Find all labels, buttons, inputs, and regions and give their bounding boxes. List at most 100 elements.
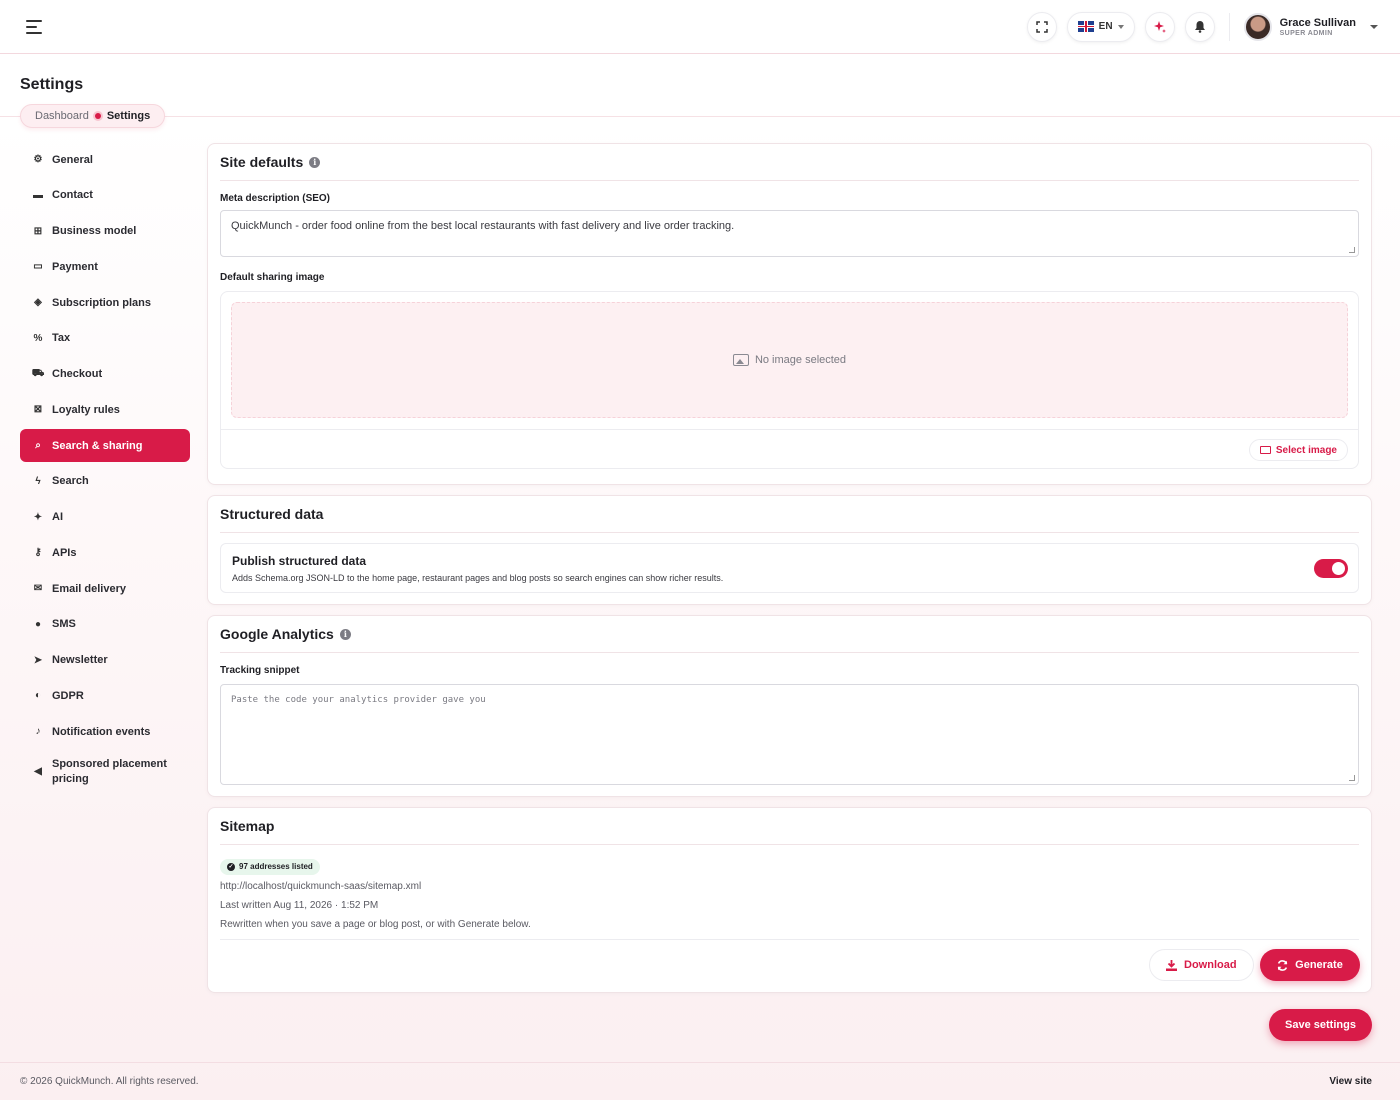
download-sitemap-button[interactable]: Download xyxy=(1149,949,1254,981)
sidebar-item-loyalty-rules[interactable]: ⊠ Loyalty rules xyxy=(20,393,190,426)
menu-toggle-icon[interactable] xyxy=(26,19,44,34)
no-image-text: No image selected xyxy=(754,354,847,366)
structured-data-title: Structured data xyxy=(220,506,324,522)
google-analytics-title: Google Analytics xyxy=(220,626,334,642)
sidebar-item-general[interactable]: ⚙ General xyxy=(20,143,190,176)
sitemap-url: http://localhost/quickmunch-saas/sitemap… xyxy=(220,880,422,892)
sidebar-item-label: GDPR xyxy=(52,689,84,702)
image-icon xyxy=(732,354,749,366)
sharing-image-panel: No image selected Select image xyxy=(220,291,1359,469)
sitemap-last-written: Last written Aug 11, 2026 · 1:52 PM xyxy=(220,899,379,911)
sidebar-item-apis[interactable]: ⚷ APIs xyxy=(20,536,190,569)
sidebar-item-notification-events[interactable]: ♪ Notification events xyxy=(20,715,190,748)
top-actions: EN Grace Sullivan SUPER ADMIN xyxy=(1026,11,1378,42)
info-icon[interactable]: i xyxy=(339,628,351,640)
chevron-down-icon xyxy=(1117,24,1124,29)
user-name: Grace Sullivan xyxy=(1279,16,1356,29)
percent-icon: % xyxy=(33,332,43,344)
sidebar-item-search[interactable]: ϟ Search xyxy=(20,465,190,498)
settings-sidebar: ⚙ General ▬ Contact ⊞ Business model ▭ Payment ◈… xyxy=(20,143,190,796)
info-icon[interactable]: i xyxy=(309,156,321,168)
megaphone-icon: ◀ xyxy=(34,766,42,778)
structured-data-toggle-title: Publish structured data xyxy=(232,554,367,568)
bell-icon: ♪ xyxy=(35,726,41,737)
image-preview-placeholder[interactable]: No image selected xyxy=(231,302,1348,418)
sidebar-item-label: Contact xyxy=(52,189,93,202)
user-role: SUPER ADMIN xyxy=(1279,29,1333,37)
sitemap-note: Rewritten when you save a page or blog p… xyxy=(220,918,531,930)
topbar-divider xyxy=(1228,12,1230,41)
sidebar-item-label: Subscription plans xyxy=(52,296,152,309)
generate-sitemap-button[interactable]: Generate xyxy=(1260,949,1360,981)
select-image-label: Select image xyxy=(1275,444,1337,456)
bolt-icon: ϟ xyxy=(35,475,41,487)
top-bar: EN Grace Sullivan SUPER ADMIN xyxy=(0,0,1400,54)
site-defaults-card: Site defaults i Meta description (SEO) Q… xyxy=(207,143,1372,485)
sidebar-item-subscription-plans[interactable]: ◈ Subscription plans xyxy=(20,286,190,319)
sidebar-item-ai[interactable]: ✦ AI xyxy=(20,501,190,534)
language-selector[interactable]: EN xyxy=(1066,11,1135,42)
id-card-icon: ▬ xyxy=(33,189,43,201)
breadcrumb: Dashboard Settings xyxy=(20,104,166,128)
meta-description-value: QuickMunch - order food online from the … xyxy=(231,220,735,232)
bell-icon xyxy=(1194,21,1205,33)
fullscreen-button[interactable] xyxy=(1026,11,1057,42)
refresh-icon xyxy=(1277,959,1288,971)
gift-icon: ⊠ xyxy=(33,404,43,416)
structured-data-toggle-row: Publish structured data Adds Schema.org … xyxy=(220,543,1359,593)
resize-handle-icon[interactable] xyxy=(1349,247,1355,253)
avatar xyxy=(1243,12,1272,41)
site-defaults-title: Site defaults xyxy=(220,154,304,170)
sharing-image-label: Default sharing image xyxy=(220,272,325,283)
sidebar-item-label: APIs xyxy=(52,546,77,559)
structured-data-card: Structured data Publish structured data … xyxy=(207,495,1372,605)
sidebar-item-checkout[interactable]: ⛟ Checkout xyxy=(20,358,190,391)
meta-description-input[interactable]: QuickMunch - order food online from the … xyxy=(220,210,1359,257)
layers-icon: ◈ xyxy=(34,297,42,308)
breadcrumb-dashboard-link[interactable]: Dashboard xyxy=(35,110,89,122)
sidebar-item-label: General xyxy=(52,153,93,166)
structured-data-header: Structured data xyxy=(220,496,1359,533)
sidebar-item-label: Business model xyxy=(52,225,137,237)
header-divider xyxy=(0,116,1400,117)
tracking-snippet-input[interactable]: Paste the code your analytics provider g… xyxy=(220,684,1359,785)
select-image-button[interactable]: Select image xyxy=(1248,439,1348,461)
download-icon xyxy=(1166,959,1177,971)
check-circle-icon: ✓ xyxy=(227,862,235,871)
sitemap-status-wrap: ✓ 97 addresses listed xyxy=(220,856,1359,875)
sidebar-item-newsletter[interactable]: ➤ Newsletter xyxy=(20,644,190,677)
sidebar-item-label: Newsletter xyxy=(52,654,108,666)
sitemap-divider xyxy=(220,939,1359,940)
chat-icon: ● xyxy=(34,618,42,630)
search-icon: ⌕ xyxy=(35,440,41,451)
download-label: Download xyxy=(1184,959,1237,971)
status-badge: ✓ 97 addresses listed xyxy=(220,858,320,875)
user-menu[interactable]: Grace Sullivan SUPER ADMIN xyxy=(1243,12,1378,41)
language-code: EN xyxy=(1098,21,1113,32)
meta-description-label: Meta description (SEO) xyxy=(220,193,331,204)
sidebar-item-sms[interactable]: ● SMS xyxy=(20,608,190,641)
sidebar-item-label: AI xyxy=(52,511,63,523)
gear-icon: ⚙ xyxy=(33,154,43,165)
generate-label: Generate xyxy=(1295,959,1343,971)
save-settings-button[interactable]: Save settings xyxy=(1269,1009,1372,1041)
credit-card-icon: ▭ xyxy=(33,261,43,273)
sidebar-item-label: SMS xyxy=(52,618,76,631)
notifications-button[interactable] xyxy=(1184,11,1215,42)
sidebar-item-sponsored-placement-pricing[interactable]: ◀ Sponsored placement pricing xyxy=(20,751,190,793)
sidebar-item-tax[interactable]: % Tax xyxy=(20,322,190,355)
view-site-link[interactable]: View site xyxy=(1329,1076,1372,1087)
sidebar-item-email-delivery[interactable]: ✉ Email delivery xyxy=(20,572,190,605)
sidebar-item-label: Search & sharing xyxy=(52,439,143,452)
sidebar-item-business-model[interactable]: ⊞ Business model xyxy=(20,215,190,248)
sidebar-item-payment[interactable]: ▭ Payment xyxy=(20,250,190,283)
sidebar-item-contact[interactable]: ▬ Contact xyxy=(20,179,190,212)
ai-assistant-button[interactable] xyxy=(1144,11,1175,42)
sidebar-item-gdpr[interactable]: ◐ GDPR xyxy=(20,679,190,712)
structured-data-toggle[interactable] xyxy=(1314,559,1348,578)
sitemap-count: 97 addresses listed xyxy=(239,862,313,871)
sidebar-item-search-sharing[interactable]: ⌕ Search & sharing xyxy=(20,429,190,462)
sitemap-icon: ⊞ xyxy=(33,225,43,237)
sidebar-item-label: Loyalty rules xyxy=(52,403,120,416)
resize-handle-icon[interactable] xyxy=(1349,775,1355,781)
